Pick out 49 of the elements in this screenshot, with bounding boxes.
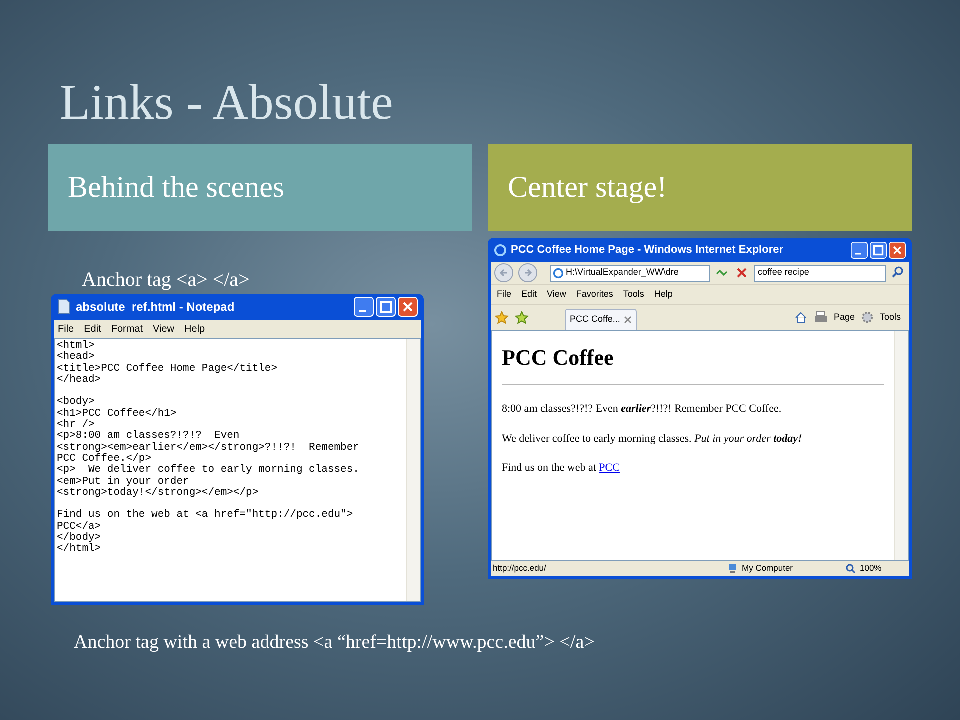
menu-item[interactable]: Format [111,322,144,336]
page-paragraph: Find us on the web at PCC [502,461,621,476]
status-text: http://pcc.edu/ [493,562,548,575]
page-heading: PCC Coffee [502,344,615,372]
code-text: <html> <head> <title>PCC Coffee Home Page</title> </head> <body> <h1>PCC Coffee</h1> <hr /> <p>8:00 am classes?!?!? Even <strong><em>earlier</em></strong>?!!?! Remember PCC Coffee.</p> <p> We deliver coffee to early morning classes. <em>Put in your order <strong>today!</strong></em></p> Find us on the web at <a href="http://pcc.edu"> PCC</a> </body> </html> [56,339,360,558]
back-button[interactable] [494,263,514,283]
menu-item[interactable]: File [58,322,74,336]
menu-item[interactable]: Tools [623,288,644,302]
close-icon[interactable] [624,316,632,324]
caption-text: Anchor tag with a web address <a “href=http://www.pcc.edu”> </a> [74,632,595,653]
maximize-button[interactable] [376,297,396,317]
search-field[interactable]: coffee recipe [754,264,886,282]
window-title: PCC Coffee Home Page - Windows Internet Explorer [511,242,784,258]
column-header: Behind the scenes [48,144,472,231]
zone-text: My Computer [742,562,794,575]
notepad-icon [57,299,71,315]
pcc-link[interactable]: PCC [599,462,620,474]
menu-item[interactable]: Favorites [576,288,614,302]
caption-text: Anchor tag <a> </a> [82,269,250,291]
minimize-button[interactable] [851,242,868,258]
close-button[interactable] [398,297,418,317]
menu-item[interactable]: View [153,322,175,336]
zoom-icon [846,564,856,574]
browser-tab[interactable]: PCC Coffe... [565,308,638,330]
zoom-level[interactable]: 100% [860,562,882,575]
menu-item[interactable]: Help [184,322,206,336]
gear-icon[interactable] [860,311,874,324]
star-icon[interactable] [495,310,509,324]
forward-button[interactable] [518,263,538,283]
menu-item[interactable]: Help [654,288,673,302]
tools-menu[interactable]: Tools [880,310,905,324]
page-paragraph: 8:00 am classes?!?!? Even earlier?!!?! Remember PCC Coffee. [502,402,783,417]
minimize-button[interactable] [354,297,374,317]
computer-icon [727,563,738,574]
page-paragraph: We deliver coffee to early morning classes. Put in your order today! [502,432,804,446]
menu-item[interactable]: View [547,288,566,302]
slide-title: Links - Absolute [60,73,394,132]
home-icon[interactable] [794,310,808,324]
menu-item[interactable]: Edit [522,288,538,302]
column-header: Center stage! [488,144,912,231]
menu-item[interactable]: File [497,288,512,302]
page-menu[interactable]: Page [834,310,855,324]
add-favorite-icon[interactable] [515,310,529,324]
printer-icon[interactable] [814,310,828,324]
menu-item[interactable]: Edit [84,322,102,336]
maximize-button[interactable] [870,242,887,258]
address-field[interactable]: H:\VirtualExpander_WW\dre [550,264,710,282]
close-button[interactable] [889,242,906,258]
window-title: absolute_ref.html - Notepad [76,299,236,316]
